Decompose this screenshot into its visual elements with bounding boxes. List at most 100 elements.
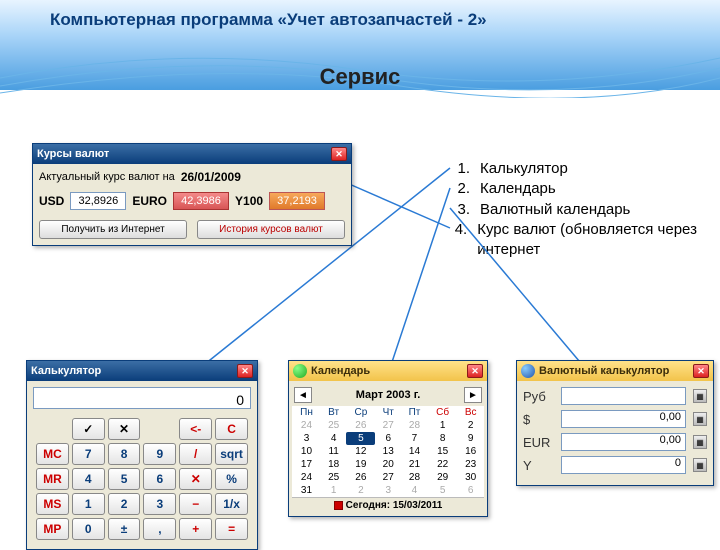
currency-rate[interactable]: 37,2193 [269,192,325,210]
calc-key[interactable]: ✕ [108,418,141,440]
currency-input[interactable]: 0 [561,456,686,474]
calc-key[interactable]: ✓ [72,418,105,440]
calc-key[interactable]: 7 [72,443,105,465]
calendar-day[interactable]: 26 [346,471,375,484]
close-icon[interactable]: ✕ [467,364,483,378]
next-month-button[interactable]: ► [464,387,482,403]
calc-key[interactable]: 4 [72,468,105,490]
calendar-day[interactable]: 1 [428,419,458,432]
calendar-day[interactable]: 24 [292,471,321,484]
calendar-day[interactable]: 11 [321,445,346,458]
calc-key[interactable]: = [215,518,248,540]
actual-rate-label: Актуальный курс валют на [39,171,175,183]
currency-rate[interactable]: 32,8926 [70,192,126,210]
calc-key[interactable]: 8 [108,443,141,465]
calendar-day[interactable]: 17 [292,458,321,471]
calendar-day[interactable]: 25 [321,419,346,432]
titlebar[interactable]: Валютный калькулятор ✕ [517,361,713,381]
calendar-day[interactable]: 10 [292,445,321,458]
history-button[interactable]: История курсов валют [197,220,345,239]
calendar-day[interactable]: 28 [401,471,428,484]
calendar-day[interactable]: 26 [346,419,375,432]
calc-key[interactable]: <- [179,418,212,440]
calc-key[interactable]: 1 [72,493,105,515]
calc-key[interactable]: 1/x [215,493,248,515]
calendar-day[interactable]: 29 [428,471,458,484]
calendar-footer[interactable]: Сегодня: 15/03/2011 [292,497,484,513]
calendar-day[interactable]: 30 [457,471,484,484]
calendar-day[interactable]: 6 [375,432,401,445]
calendar-day[interactable]: 21 [401,458,428,471]
calendar-day[interactable]: 24 [292,419,321,432]
calendar-day[interactable]: 2 [346,484,375,497]
titlebar[interactable]: Калькулятор ✕ [27,361,257,381]
calendar-day[interactable]: 8 [428,432,458,445]
currency-rate[interactable]: 42,3986 [173,192,229,210]
calendar-day[interactable]: 25 [321,471,346,484]
calendar-day[interactable]: 4 [401,484,428,497]
calc-popup-icon[interactable]: ▦ [693,389,707,403]
calc-key[interactable]: MP [36,518,69,540]
calendar-day[interactable]: 5 [428,484,458,497]
currency-input[interactable] [561,387,686,405]
page-title: Компьютерная программа «Учет автозапчаст… [50,10,487,30]
calendar-day[interactable]: 1 [321,484,346,497]
calendar-day[interactable]: 13 [375,445,401,458]
calc-key[interactable]: 6 [143,468,176,490]
calc-key[interactable]: 9 [143,443,176,465]
calc-key[interactable]: MC [36,443,69,465]
calc-key[interactable]: % [215,468,248,490]
calc-key[interactable]: sqrt [215,443,248,465]
calendar-day[interactable]: 3 [292,432,321,445]
calc-key[interactable]: , [143,518,176,540]
calc-key[interactable]: ± [108,518,141,540]
calendar-day[interactable]: 16 [457,445,484,458]
calendar-day[interactable]: 19 [346,458,375,471]
calc-key[interactable]: ✕ [179,468,212,490]
calendar-day[interactable]: 28 [401,419,428,432]
calendar-day[interactable]: 22 [428,458,458,471]
feature-item: Калькулятор [480,159,568,179]
calc-key[interactable]: MR [36,468,69,490]
calendar-day[interactable]: 27 [375,419,401,432]
calendar-day[interactable]: 15 [428,445,458,458]
close-icon[interactable]: ✕ [693,364,709,378]
calendar-day[interactable]: 2 [457,419,484,432]
calc-key[interactable]: + [179,518,212,540]
calendar-day[interactable]: 31 [292,484,321,497]
calendar-day[interactable]: 4 [321,432,346,445]
calc-key[interactable]: 3 [143,493,176,515]
calc-popup-icon[interactable]: ▦ [693,412,707,426]
calc-key[interactable]: 2 [108,493,141,515]
prev-month-button[interactable]: ◄ [294,387,312,403]
calendar-day[interactable]: 5 [346,432,375,445]
calc-key[interactable]: C [215,418,248,440]
currency-code: USD [39,194,64,208]
calc-key[interactable]: − [179,493,212,515]
calendar-day[interactable]: 27 [375,471,401,484]
calc-key[interactable]: / [179,443,212,465]
calc-key[interactable]: 5 [108,468,141,490]
calendar-day[interactable]: 7 [401,432,428,445]
calendar-day[interactable]: 18 [321,458,346,471]
dow-header: Сб [428,406,458,419]
calc-key[interactable]: 0 [72,518,105,540]
currency-input[interactable]: 0,00 [561,410,686,428]
close-icon[interactable]: ✕ [237,364,253,378]
titlebar[interactable]: Календарь ✕ [289,361,487,381]
currency-input[interactable]: 0,00 [561,433,686,451]
calendar-day[interactable]: 12 [346,445,375,458]
get-from-internet-button[interactable]: Получить из Интернет [39,220,187,239]
calendar-day[interactable]: 23 [457,458,484,471]
calc-key[interactable]: MS [36,493,69,515]
calendar-day[interactable]: 9 [457,432,484,445]
calendar-day[interactable]: 3 [375,484,401,497]
calc-popup-icon[interactable]: ▦ [693,435,707,449]
calendar-day[interactable]: 14 [401,445,428,458]
window-title: Валютный калькулятор [539,365,669,377]
calendar-day[interactable]: 6 [457,484,484,497]
close-icon[interactable]: ✕ [331,147,347,161]
calc-popup-icon[interactable]: ▦ [693,458,707,472]
titlebar[interactable]: Курсы валют ✕ [33,144,351,164]
calendar-day[interactable]: 20 [375,458,401,471]
